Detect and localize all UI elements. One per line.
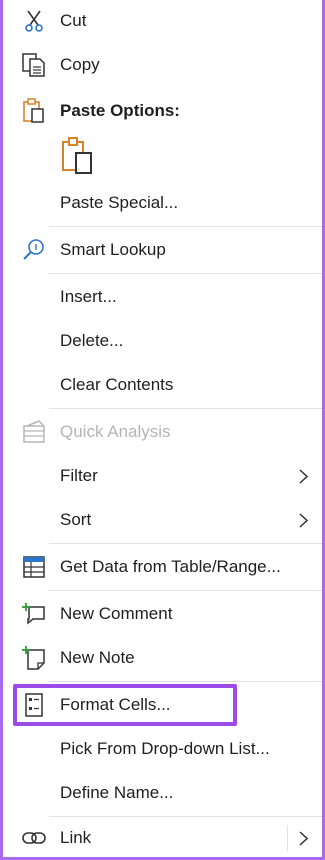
menu-item-link[interactable]: Link: [3, 817, 322, 859]
menu-item-label: Filter: [60, 466, 98, 485]
format-cells-icon: [21, 692, 47, 718]
chevron-right-icon: [298, 830, 308, 846]
chevron-right-icon: [298, 468, 308, 484]
menu-separator: [49, 273, 322, 274]
menu-item-get-data[interactable]: Get Data from Table/Range...: [3, 546, 322, 588]
menu-separator: [49, 408, 322, 409]
paste-button[interactable]: [60, 136, 96, 176]
new-comment-icon: [21, 601, 47, 627]
paste-options-header: Paste Options:: [3, 90, 322, 132]
submenu-divider: [287, 825, 288, 851]
menu-separator: [49, 681, 322, 682]
menu-item-label: Paste Options:: [60, 101, 180, 120]
lightbulb-search-icon: [21, 237, 47, 263]
menu-item-label: Sort: [60, 510, 92, 529]
menu-item-label: Insert...: [60, 287, 117, 306]
menu-item-new-comment[interactable]: New Comment: [3, 593, 322, 635]
menu-item-copy[interactable]: Copy: [3, 44, 322, 86]
menu-item-label: Smart Lookup: [60, 240, 166, 259]
menu-item-filter[interactable]: Filter: [3, 455, 322, 497]
menu-item-label: Copy: [60, 55, 100, 74]
menu-item-label: New Comment: [60, 604, 173, 623]
menu-item-label: Clear Contents: [60, 375, 174, 394]
menu-item-label: Format Cells...: [60, 695, 171, 714]
menu-item-label: Cut: [60, 11, 87, 30]
copy-icon: [21, 52, 47, 78]
menu-item-label: Get Data from Table/Range...: [60, 557, 281, 576]
menu-item-label: New Note: [60, 648, 135, 667]
table-icon: [21, 554, 47, 580]
menu-item-delete[interactable]: Delete...: [3, 320, 322, 362]
menu-item-define-name[interactable]: Define Name...: [3, 772, 322, 814]
menu-separator: [49, 590, 322, 591]
menu-item-smart-lookup[interactable]: Smart Lookup: [3, 229, 322, 271]
link-icon: [21, 825, 47, 851]
menu-item-label: Quick Analysis: [60, 422, 171, 441]
menu-item-label: Paste Special...: [60, 193, 179, 212]
quick-analysis-icon: [21, 419, 47, 445]
chevron-right-icon: [298, 512, 308, 528]
context-menu: Cut Copy Paste Options: Paste Special...…: [0, 0, 325, 860]
menu-item-insert[interactable]: Insert...: [3, 276, 322, 318]
menu-item-pick-from-dropdown[interactable]: Pick From Drop-down List...: [3, 728, 322, 770]
menu-item-label: Pick From Drop-down List...: [60, 739, 270, 758]
menu-separator: [49, 226, 322, 227]
menu-item-label: Delete...: [60, 331, 124, 350]
new-note-icon: [21, 645, 47, 671]
menu-item-paste-special[interactable]: Paste Special...: [3, 182, 322, 224]
menu-item-quick-analysis: Quick Analysis: [3, 411, 322, 453]
menu-separator: [49, 543, 322, 544]
menu-item-label: Link: [60, 828, 92, 847]
menu-item-new-note[interactable]: New Note: [3, 637, 322, 679]
context-menu-items: Cut Copy Paste Options: Paste Special...…: [3, 0, 322, 857]
menu-item-sort[interactable]: Sort: [3, 499, 322, 541]
menu-item-clear-contents[interactable]: Clear Contents: [3, 364, 322, 406]
menu-item-label: Define Name...: [60, 783, 174, 802]
clipboard-icon: [21, 98, 47, 124]
scissors-icon: [21, 8, 47, 34]
menu-item-cut[interactable]: Cut: [3, 0, 322, 42]
menu-item-format-cells[interactable]: Format Cells...: [3, 684, 322, 726]
